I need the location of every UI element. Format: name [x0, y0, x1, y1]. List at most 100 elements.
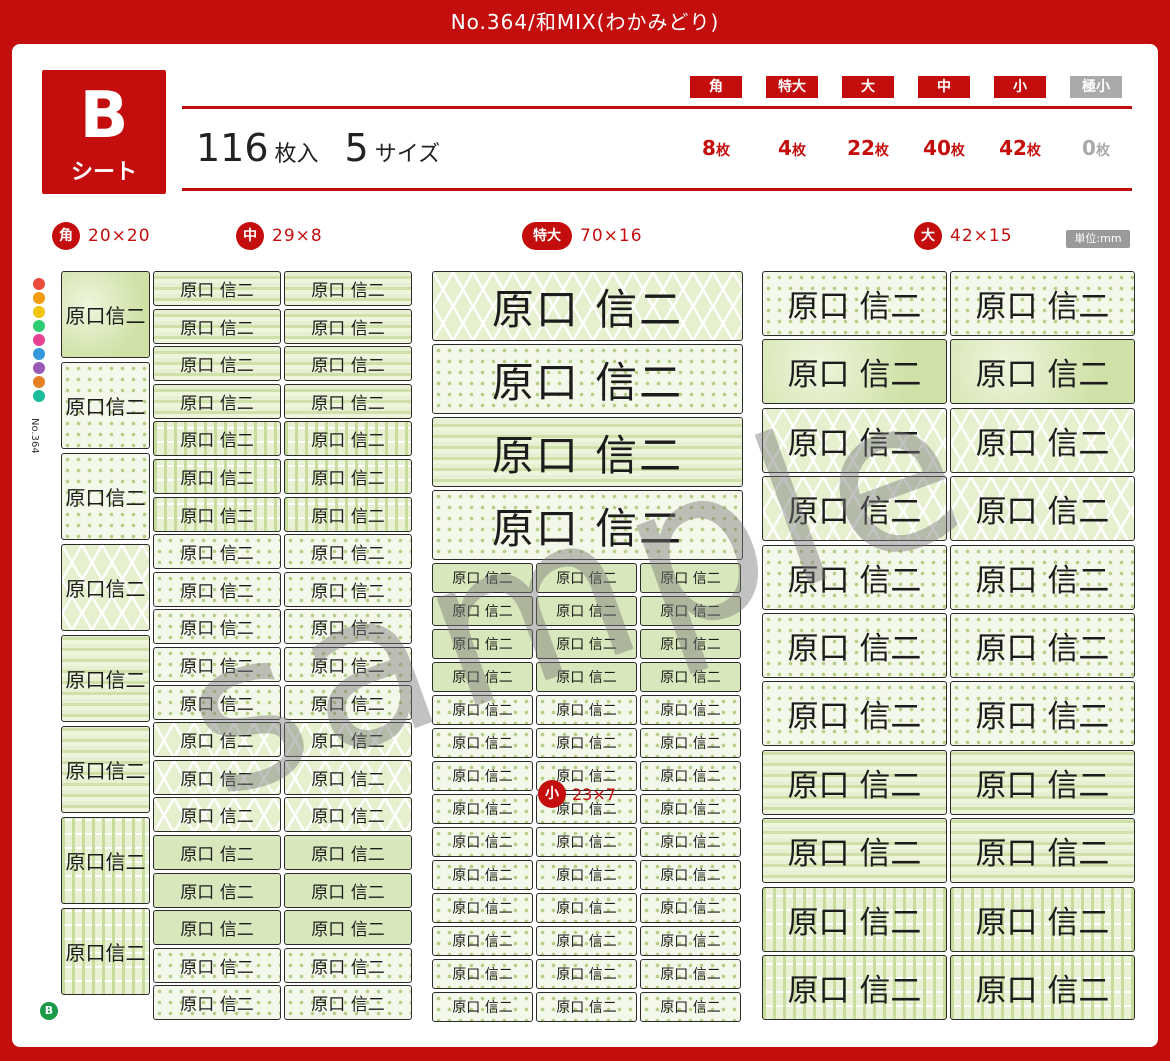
name-label: 原口 信二 — [284, 571, 412, 607]
name-label: 原口信二 — [61, 271, 150, 358]
divider-top — [182, 106, 1132, 109]
section-chu-tag: 中 — [236, 222, 264, 250]
section-sho-header: 小 23×7 — [538, 780, 616, 808]
name-label: 原口 信二 — [536, 596, 637, 626]
name-label: 原口 信二 — [153, 872, 281, 908]
name-label: 原口 信二 — [950, 339, 1135, 405]
name-label: 原口 信二 — [432, 926, 533, 956]
name-label: 原口 信二 — [153, 835, 281, 870]
name-label: 原口 信二 — [950, 955, 1135, 1020]
section-dai-dims: 42×15 — [950, 226, 1013, 246]
side-number: No.364 — [29, 418, 40, 454]
name-label: 原口 信二 — [950, 407, 1135, 473]
size-count-value: 22枚 — [828, 136, 908, 160]
section-tokudai-header: 特大 70×16 — [522, 222, 643, 250]
name-label: 原口 信二 — [762, 544, 947, 610]
name-label: 原口 信二 — [762, 818, 947, 884]
name-label: 原口 信二 — [640, 959, 741, 989]
name-label: 原口 信二 — [640, 860, 741, 890]
size-count-number: 40 — [923, 136, 951, 160]
name-label: 原口 信二 — [762, 407, 947, 473]
name-label: 原口 信二 — [536, 926, 637, 956]
section-dai-tag: 大 — [914, 222, 942, 250]
name-label: 原口 信二 — [950, 818, 1135, 884]
size-count-unit: 枚 — [791, 143, 806, 159]
section-sho-tag: 小 — [538, 780, 566, 808]
name-label: 原口信二 — [61, 817, 150, 904]
size-count-unit: サイズ — [374, 142, 441, 167]
name-label: 原口 信二 — [536, 959, 637, 989]
name-label: 原口 信二 — [284, 534, 412, 570]
size-count-unit: 枚 — [715, 143, 730, 159]
size-count: 5 — [344, 126, 369, 170]
name-label: 原口 信二 — [762, 476, 947, 542]
name-label: 原口 信二 — [432, 417, 743, 487]
size-count-unit: 枚 — [874, 143, 889, 159]
name-label: 原口 信二 — [432, 344, 743, 414]
name-label: 原口 信二 — [762, 613, 947, 678]
name-label: 原口 信二 — [284, 271, 412, 306]
name-label: 原口 信二 — [536, 893, 637, 923]
name-label: 原口 信二 — [284, 797, 412, 833]
size-tag: 小 — [994, 76, 1046, 98]
name-label: 原口 信二 — [536, 563, 637, 593]
name-label: 原口 信二 — [950, 476, 1135, 542]
size-tag: 特大 — [766, 76, 818, 98]
name-label: 原口 信二 — [153, 421, 281, 457]
name-label: 原口 信二 — [432, 271, 743, 341]
name-label: 原口 信二 — [640, 728, 741, 758]
name-label: 原口 信二 — [284, 383, 412, 419]
section-chu-dims: 29×8 — [272, 226, 323, 246]
name-label: 原口 信二 — [153, 985, 281, 1021]
name-label: 原口 信二 — [284, 985, 412, 1021]
sheet-badge: B シート — [42, 70, 166, 194]
name-label: 原口 信二 — [640, 893, 741, 923]
name-label: 原口 信二 — [153, 459, 281, 494]
name-label: 原口 信二 — [284, 684, 412, 720]
name-label: 原口 信二 — [284, 609, 412, 645]
sheet-summary: 116 枚入 5 サイズ — [196, 126, 466, 170]
section-tokudai-tag: 特大 — [522, 222, 572, 250]
size-count-value: 42枚 — [980, 136, 1060, 160]
name-label: 原口 信二 — [536, 728, 637, 758]
name-label: 原口 信二 — [950, 544, 1135, 610]
name-label: 原口 信二 — [153, 684, 281, 720]
unit-note: 単位:mm — [1066, 230, 1130, 248]
name-label: 原口 信二 — [284, 947, 412, 983]
name-label: 原口 信二 — [153, 947, 281, 983]
section-sho-dims: 23×7 — [572, 784, 616, 804]
name-label: 原口 信二 — [432, 761, 533, 791]
section-dai-header: 大 42×15 — [914, 222, 1013, 250]
name-label: 原口 信二 — [153, 571, 281, 607]
name-label: 原口 信二 — [432, 563, 533, 593]
name-label: 原口 信二 — [432, 959, 533, 989]
name-label: 原口 信二 — [432, 827, 533, 857]
size-count-value: 4枚 — [752, 136, 832, 160]
label-count: 116 — [196, 126, 269, 170]
name-label: 原口 信二 — [536, 629, 637, 659]
name-label: 原口 信二 — [153, 383, 281, 419]
name-label: 原口 信二 — [950, 613, 1135, 678]
name-label: 原口 信二 — [284, 346, 412, 382]
size-count-unit: 枚 — [1026, 143, 1041, 159]
name-label: 原口 信二 — [284, 872, 412, 908]
name-label: 原口 信二 — [153, 496, 281, 532]
name-label: 原口 信二 — [640, 629, 741, 659]
page-title: No.364/和MIX(わかみどり) — [450, 10, 720, 34]
name-label: 原口 信二 — [536, 695, 637, 725]
name-label: 原口 信二 — [640, 794, 741, 824]
size-count-number: 4 — [778, 136, 792, 160]
size-tag: 極小 — [1070, 76, 1122, 98]
name-label: 原口 信二 — [153, 647, 281, 682]
section-chu-header: 中 29×8 — [236, 222, 323, 250]
name-label: 原口 信二 — [762, 749, 947, 815]
name-label: 原口 信二 — [762, 886, 947, 952]
name-label: 原口 信二 — [153, 534, 281, 570]
name-label: 原口 信二 — [153, 308, 281, 344]
name-label: 原口 信二 — [153, 346, 281, 382]
size-count-value: 8枚 — [676, 136, 756, 160]
name-label: 原口 信二 — [536, 662, 637, 692]
name-label: 原口 信二 — [432, 596, 533, 626]
name-label: 原口 信二 — [432, 794, 533, 824]
name-label: 原口 信二 — [432, 695, 533, 725]
